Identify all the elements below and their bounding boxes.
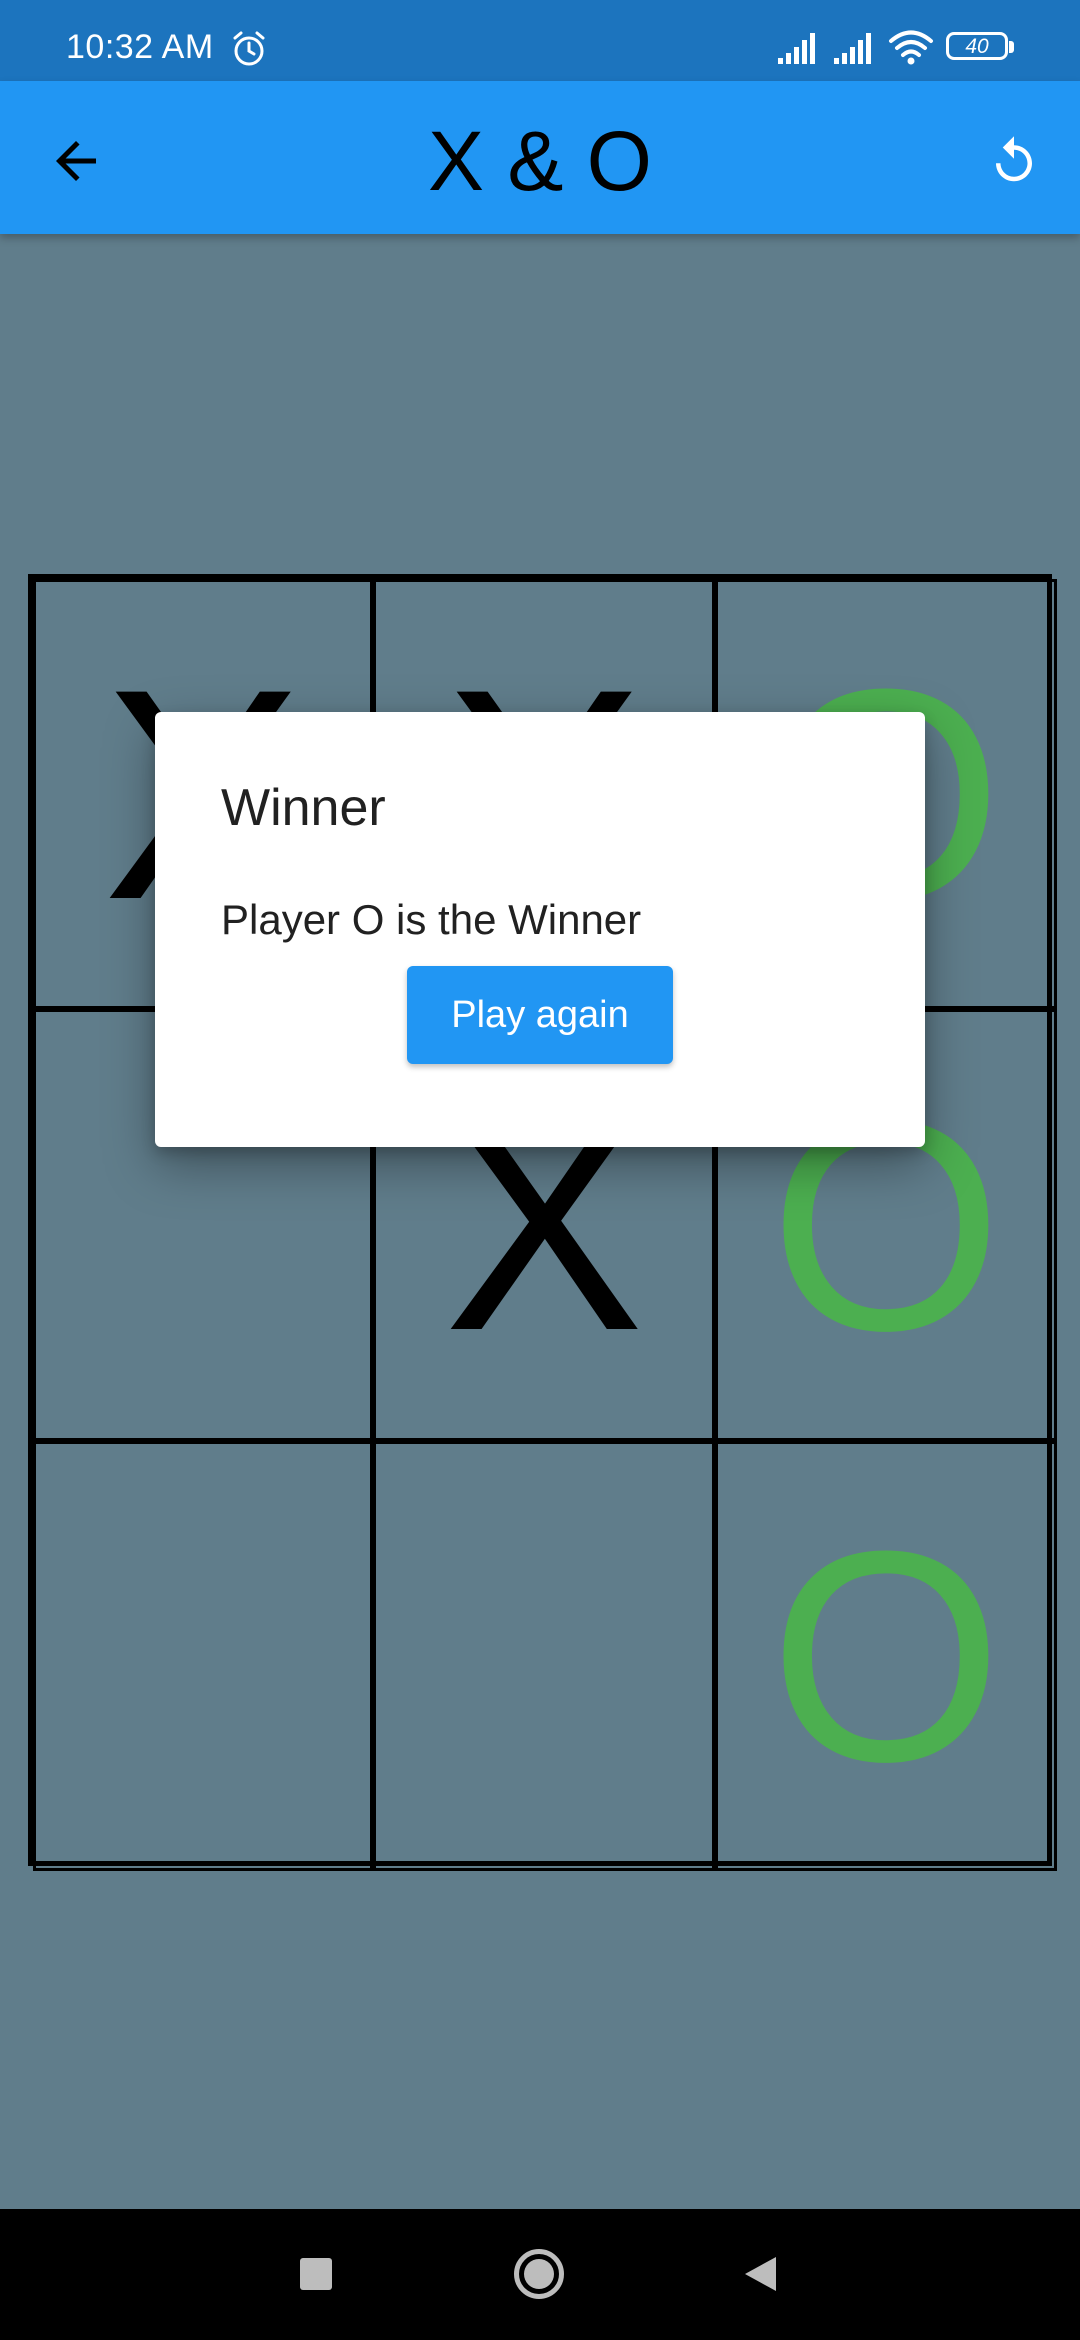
battery-level: 40 <box>965 34 989 58</box>
play-again-button[interactable]: Play again <box>407 966 673 1064</box>
system-nav-bar <box>0 2209 1080 2340</box>
recents-square-icon[interactable] <box>300 2258 332 2290</box>
signal-icon <box>834 33 871 64</box>
page-title-text: X & O <box>427 114 653 208</box>
winner-dialog: Winner Player O is the Winner Play again <box>155 712 925 1147</box>
dialog-title: Winner <box>221 779 386 837</box>
board-cell-7[interactable] <box>33 1441 373 1871</box>
cell-mark: O <box>769 1488 1003 1824</box>
status-time: 10:32 AM <box>66 28 214 66</box>
back-triangle-icon[interactable] <box>742 2255 778 2293</box>
board-cell-9[interactable]: O <box>715 1441 1057 1871</box>
refresh-icon <box>996 136 1032 182</box>
refresh-button[interactable] <box>974 121 1054 201</box>
page-title: X & O <box>0 81 1080 234</box>
wifi-icon <box>889 30 933 65</box>
alarm-icon <box>233 31 265 66</box>
battery-icon: 40 <box>946 32 1016 64</box>
app-bar: X & O <box>0 81 1080 234</box>
board-cell-8[interactable] <box>373 1441 715 1871</box>
signal-icon <box>778 33 815 64</box>
dialog-message: Player O is the Winner <box>221 896 642 943</box>
status-bar: 10:32 AM 40 <box>0 0 1080 81</box>
home-circle-icon[interactable] <box>514 2249 564 2299</box>
